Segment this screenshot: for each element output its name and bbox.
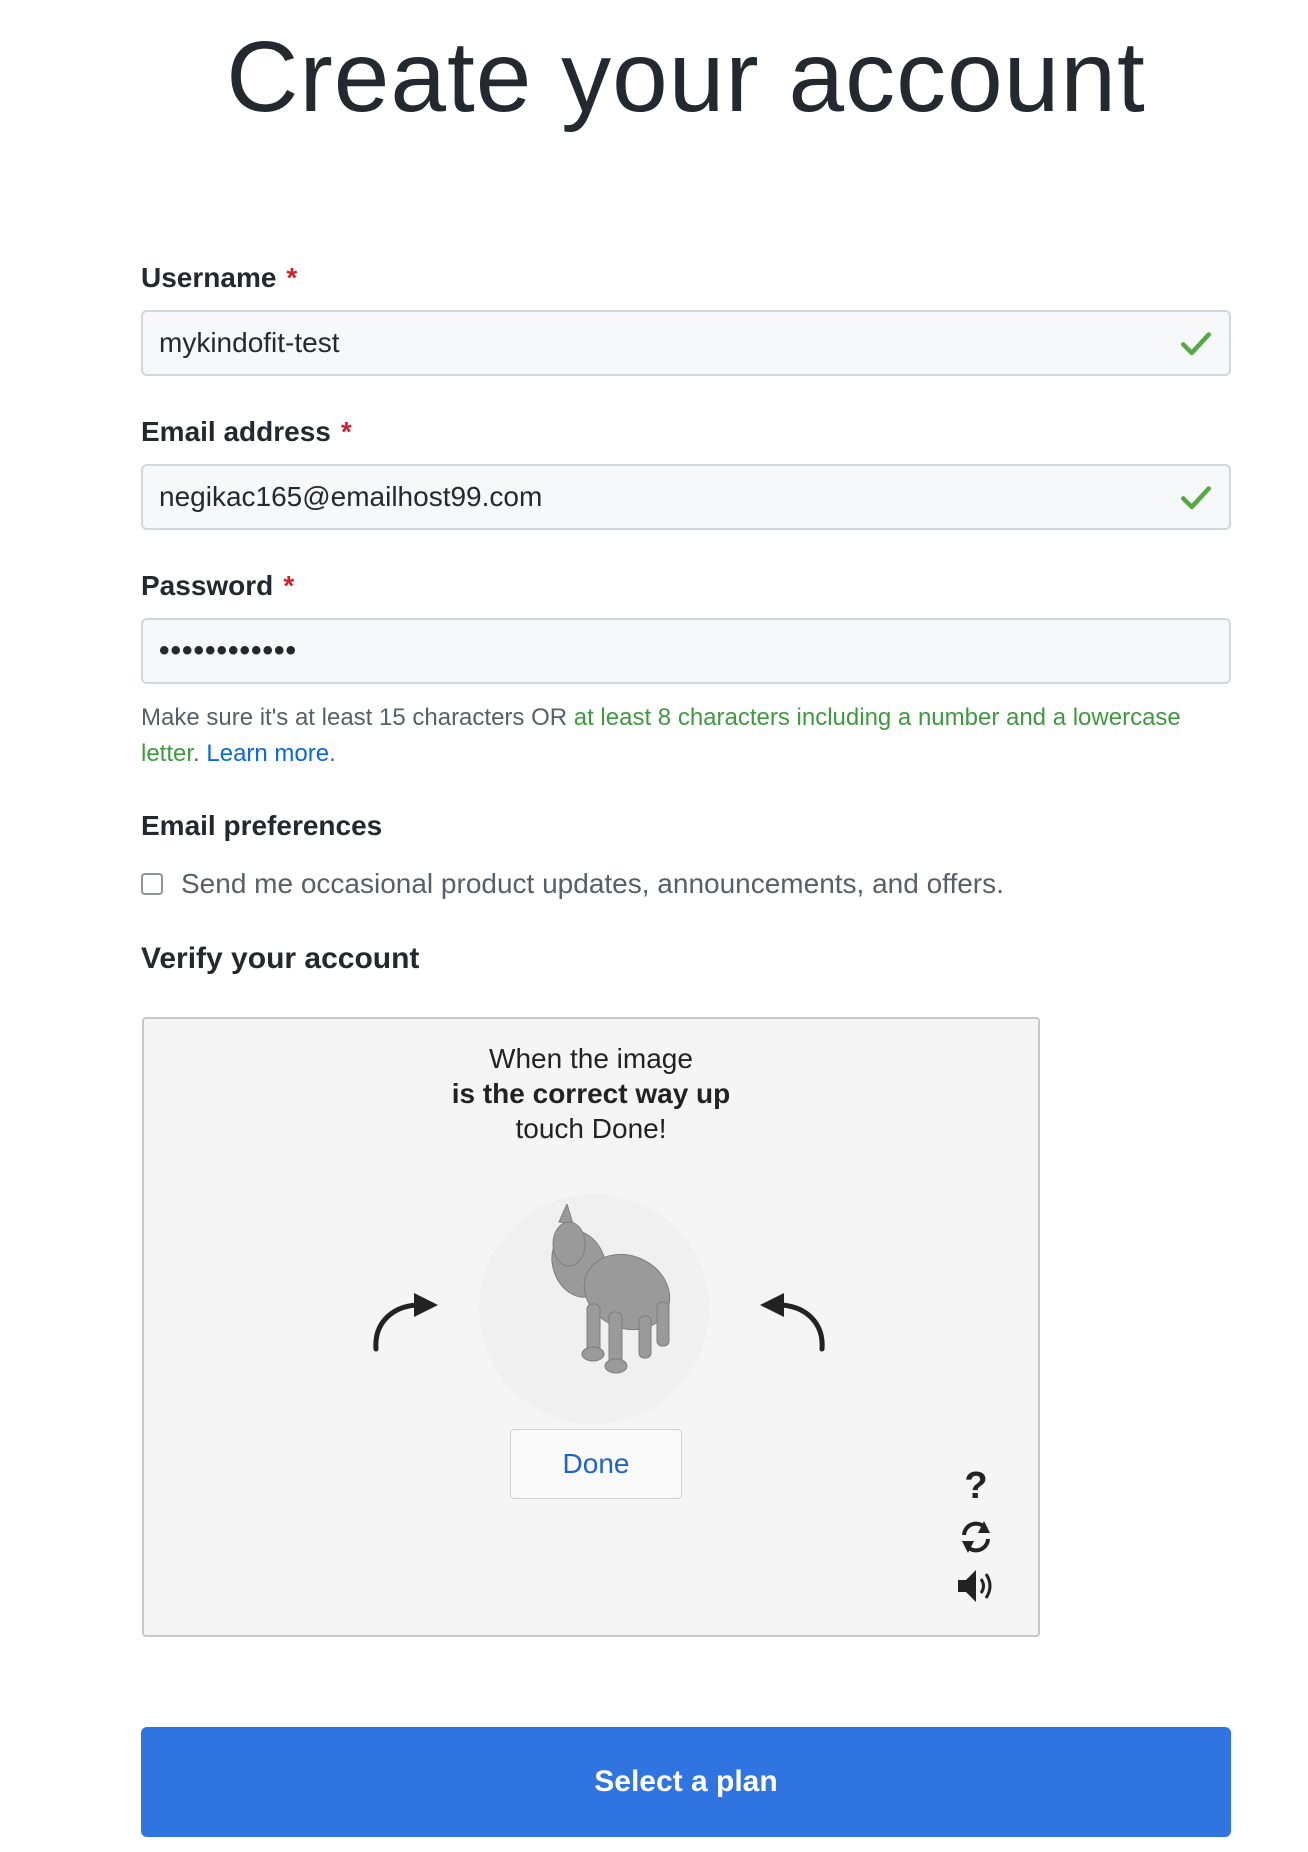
rotate-left-arrow-icon[interactable] [364, 1287, 444, 1357]
hint-period: . [193, 740, 200, 767]
captcha-instruction: When the image is the correct way up tou… [144, 1041, 1038, 1146]
username-label: Username * [141, 262, 297, 294]
rotated-animal-image [551, 1204, 671, 1374]
email-preferences-heading: Email preferences [141, 810, 383, 841]
instruction-line-2: is the correct way up [451, 1078, 731, 1109]
instruction-line-1: When the image [489, 1043, 693, 1074]
required-asterisk: * [286, 262, 298, 293]
email-label-text: Email address [141, 416, 331, 447]
done-button[interactable]: Done [510, 1429, 682, 1499]
email-field[interactable] [141, 464, 1231, 530]
refresh-icon[interactable] [954, 1515, 998, 1559]
captcha-panel: When the image is the correct way up tou… [142, 1017, 1040, 1637]
username-input[interactable] [143, 312, 1179, 374]
required-asterisk: * [283, 570, 295, 601]
check-icon [1180, 332, 1212, 356]
password-hint: Make sure it's at least 15 characters OR… [141, 700, 1181, 772]
password-field[interactable]: •••••••••••• [141, 618, 1231, 684]
username-label-text: Username [141, 262, 277, 293]
password-label-text: Password [141, 570, 274, 601]
check-icon [1180, 486, 1212, 510]
page-title: Create your account [226, 21, 1146, 133]
email-label: Email address * [141, 416, 352, 448]
password-input[interactable]: •••••••••••• [143, 634, 297, 668]
help-icon[interactable]: ? [954, 1464, 998, 1508]
email-preferences-text: Send me occasional product updates, anno… [181, 868, 1004, 899]
verify-heading: Verify your account [141, 942, 420, 975]
username-field[interactable] [141, 310, 1231, 376]
hint-text: Make sure it's at least 15 characters OR [141, 704, 574, 731]
email-preferences-checkbox[interactable] [141, 873, 163, 895]
email-input[interactable] [143, 466, 1179, 528]
instruction-line-3: touch Done! [515, 1113, 667, 1144]
audio-icon[interactable] [954, 1564, 998, 1608]
password-label: Password * [141, 570, 294, 602]
learn-more-link[interactable]: Learn more [206, 740, 329, 767]
hint-period: . [329, 740, 336, 767]
rotate-right-arrow-icon[interactable] [754, 1287, 834, 1357]
email-preferences-row[interactable]: Send me occasional product updates, anno… [141, 868, 1004, 900]
required-asterisk: * [340, 416, 352, 447]
select-plan-button[interactable]: Select a plan [141, 1727, 1231, 1837]
